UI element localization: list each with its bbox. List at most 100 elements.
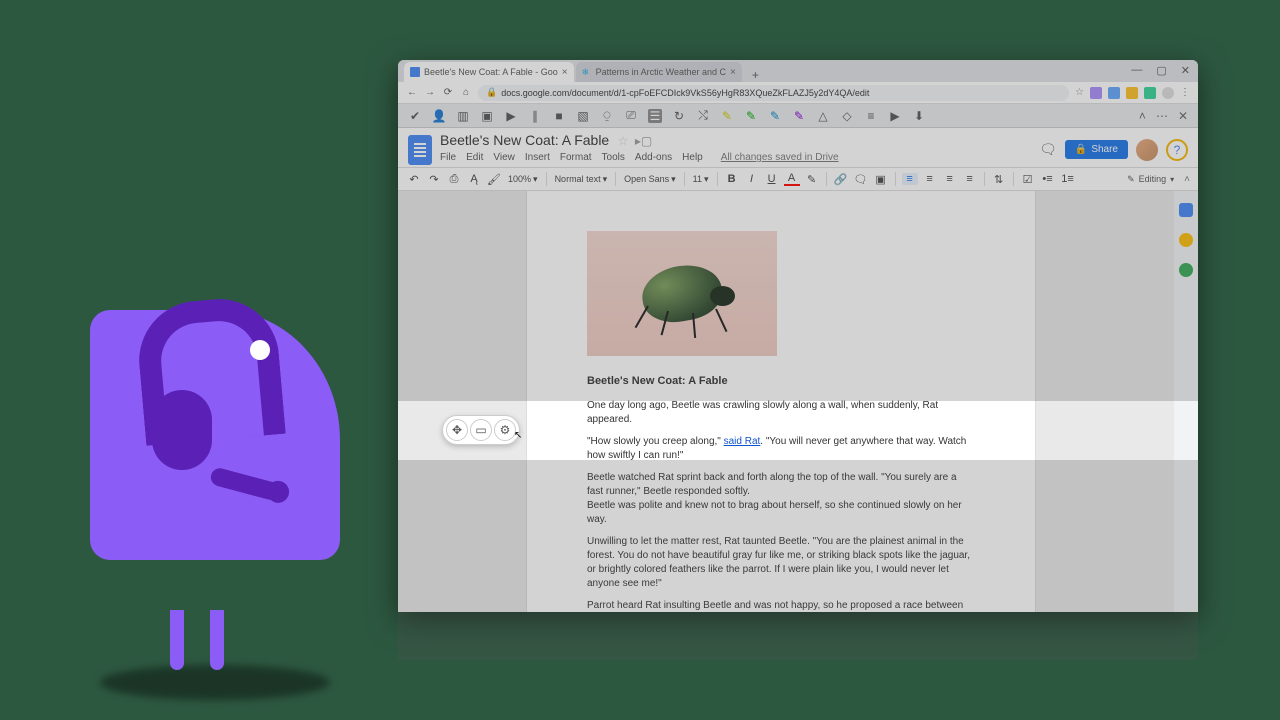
document-page[interactable]: Beetle's New Coat: A Fable One day long … xyxy=(526,191,1036,612)
ext-highlighter-green-icon[interactable]: ✎ xyxy=(744,109,758,123)
align-left-button[interactable]: ≡ xyxy=(902,173,918,185)
home-button[interactable]: ⌂ xyxy=(460,87,472,98)
browser-tab-active[interactable]: Beetle's New Coat: A Fable - Goo × xyxy=(404,62,574,82)
saved-status[interactable]: All changes saved in Drive xyxy=(721,152,839,163)
extension-icon[interactable] xyxy=(1144,87,1156,99)
ext-highlighter-yellow-icon[interactable]: ✎ xyxy=(720,109,734,123)
extension-icon[interactable] xyxy=(1090,87,1102,99)
back-button[interactable]: ← xyxy=(406,87,418,98)
menu-help[interactable]: Help xyxy=(682,152,703,163)
ext-video-icon[interactable]: ▶ xyxy=(888,109,902,123)
ext-collapse-icon[interactable]: ˄ xyxy=(1139,109,1146,123)
close-tab-icon[interactable]: × xyxy=(562,67,568,78)
window-minimize[interactable]: — xyxy=(1131,64,1142,77)
menu-edit[interactable]: Edit xyxy=(466,152,483,163)
said-rat-link[interactable]: said Rat xyxy=(724,436,761,447)
ext-more-icon[interactable]: ⋯ xyxy=(1156,109,1168,123)
menu-format[interactable]: Format xyxy=(560,152,592,163)
menu-tools[interactable]: Tools xyxy=(602,152,625,163)
print-button[interactable]: ⎙ xyxy=(446,173,462,186)
text-color-button[interactable]: A xyxy=(784,172,800,186)
url-bar[interactable]: 🔒 docs.google.com/document/d/1-cpFoEFCDI… xyxy=(478,85,1069,101)
menu-addons[interactable]: Add-ons xyxy=(635,152,672,163)
tasks-icon[interactable] xyxy=(1179,263,1193,277)
document-title[interactable]: Beetle's New Coat: A Fable xyxy=(440,132,609,148)
ext-highlighter-purple-icon[interactable]: ✎ xyxy=(792,109,806,123)
align-right-button[interactable]: ≡ xyxy=(942,173,958,185)
extension-profile-icon[interactable] xyxy=(1162,87,1174,99)
paragraph[interactable]: Unwilling to let the matter rest, Rat ta… xyxy=(587,535,975,591)
settings-button[interactable]: ⚙ xyxy=(494,419,516,441)
help-icon[interactable]: ? xyxy=(1166,139,1188,161)
align-center-button[interactable]: ≡ xyxy=(922,173,938,185)
insert-link-button[interactable]: 🔗 xyxy=(833,173,849,186)
ext-close-icon[interactable]: ✕ xyxy=(1178,109,1188,123)
move-handle-button[interactable]: ✥ xyxy=(446,419,468,441)
ext-image-icon[interactable]: ▣ xyxy=(480,109,494,123)
star-icon[interactable]: ☆ xyxy=(618,134,629,148)
google-docs-logo-icon[interactable] xyxy=(408,135,432,165)
paragraph[interactable]: Parrot heard Rat insulting Beetle and wa… xyxy=(587,599,975,612)
new-tab-button[interactable]: + xyxy=(744,68,767,82)
collapse-toolbar-icon[interactable]: ˄ xyxy=(1184,174,1190,185)
ext-book-icon[interactable]: ▥ xyxy=(456,109,470,123)
document-canvas[interactable]: Beetle's New Coat: A Fable One day long … xyxy=(398,191,1198,612)
menu-view[interactable]: View xyxy=(493,152,515,163)
chrome-menu-icon[interactable]: ⋮ xyxy=(1180,87,1190,98)
close-tab-icon[interactable]: × xyxy=(730,67,736,78)
ext-screen-icon[interactable]: ⎚ xyxy=(624,109,638,123)
ext-clear-icon[interactable]: ◇ xyxy=(840,109,854,123)
menu-file[interactable]: File xyxy=(440,152,456,163)
bulleted-list-button[interactable]: •≡ xyxy=(1040,173,1056,185)
beetle-image[interactable] xyxy=(587,231,777,356)
ext-list-icon[interactable]: ≡ xyxy=(864,109,878,123)
paragraph[interactable]: Beetle was polite and knew not to brag a… xyxy=(587,499,975,527)
calendar-icon[interactable] xyxy=(1179,203,1193,217)
ext-download-icon[interactable]: ⬇ xyxy=(912,109,926,123)
line-spacing-button[interactable]: ⇅ xyxy=(991,173,1007,186)
paragraph[interactable]: "How slowly you creep along," said Rat. … xyxy=(587,435,975,463)
checklist-button[interactable]: ☑ xyxy=(1020,173,1036,186)
user-avatar[interactable] xyxy=(1136,139,1158,161)
ext-selected-icon[interactable]: ☰ xyxy=(648,109,662,123)
ext-erase-icon[interactable]: △ xyxy=(816,109,830,123)
italic-button[interactable]: I xyxy=(744,173,760,185)
numbered-list-button[interactable]: 1≡ xyxy=(1060,173,1076,185)
story-heading[interactable]: Beetle's New Coat: A Fable xyxy=(587,374,975,389)
folder-icon[interactable]: ▸▢ xyxy=(635,134,652,148)
share-button[interactable]: 🔒 Share xyxy=(1065,140,1128,159)
screen-mask-button[interactable]: ▭ xyxy=(470,419,492,441)
ext-play-icon[interactable]: ▶ xyxy=(504,109,518,123)
comments-icon[interactable]: 🗨 xyxy=(1039,141,1057,158)
ext-shuffle-icon[interactable]: ⤭ xyxy=(696,109,710,123)
undo-button[interactable]: ↶ xyxy=(406,173,422,186)
ext-headphones-icon[interactable]: ⍜ xyxy=(600,109,614,123)
browser-tab-inactive[interactable]: ❄ Patterns in Arctic Weather and C × xyxy=(576,62,742,82)
menu-insert[interactable]: Insert xyxy=(525,152,550,163)
redo-button[interactable]: ↷ xyxy=(426,173,442,186)
window-close[interactable]: ✕ xyxy=(1181,64,1190,77)
window-maximize[interactable]: ▢ xyxy=(1156,64,1166,77)
star-icon[interactable]: ☆ xyxy=(1075,87,1084,98)
paragraph-style-dropdown[interactable]: Normal text ▾ xyxy=(553,174,610,185)
ext-highlighter-blue-icon[interactable]: ✎ xyxy=(768,109,782,123)
paragraph[interactable]: One day long ago, Beetle was crawling sl… xyxy=(587,399,975,427)
spellcheck-button[interactable]: Ą xyxy=(466,173,482,185)
align-justify-button[interactable]: ≡ xyxy=(962,173,978,185)
reload-button[interactable]: ⟳ xyxy=(442,87,454,98)
extension-icon[interactable] xyxy=(1108,87,1120,99)
forward-button[interactable]: → xyxy=(424,87,436,98)
ext-refresh-icon[interactable]: ↻ xyxy=(672,109,686,123)
insert-image-button[interactable]: ▣ xyxy=(873,173,889,186)
zoom-dropdown[interactable]: 100% ▾ xyxy=(506,174,540,185)
ext-stop-icon[interactable]: ■ xyxy=(552,109,566,123)
paint-format-button[interactable]: 🖌 xyxy=(486,173,502,186)
ext-screenshot-icon[interactable]: ▧ xyxy=(576,109,590,123)
bold-button[interactable]: B xyxy=(724,173,740,185)
insert-comment-button[interactable]: 🗨 xyxy=(853,173,869,186)
underline-button[interactable]: U xyxy=(764,173,780,185)
font-dropdown[interactable]: Open Sans ▾ xyxy=(622,174,678,185)
extension-icon[interactable] xyxy=(1126,87,1138,99)
paragraph[interactable]: Beetle watched Rat sprint back and forth… xyxy=(587,471,975,499)
highlight-color-button[interactable]: ✎ xyxy=(804,173,820,186)
